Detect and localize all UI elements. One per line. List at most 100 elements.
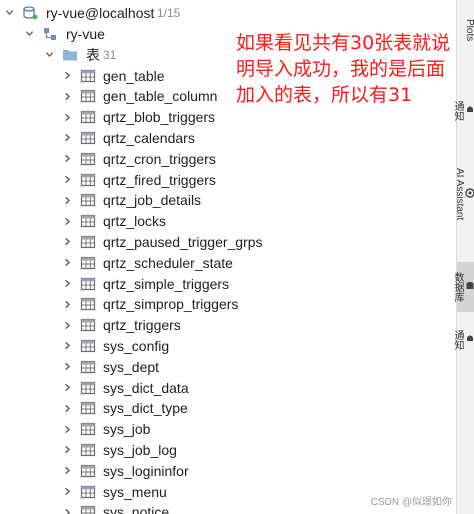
chevron-right-icon[interactable] xyxy=(62,133,72,143)
table-name: sys_dict_data xyxy=(103,379,189,396)
table-icon xyxy=(80,255,96,271)
table-row[interactable]: qrtz_scheduler_state xyxy=(0,252,456,273)
table-icon xyxy=(80,380,96,396)
chevron-right-icon[interactable] xyxy=(62,258,72,268)
table-name: sys_dict_type xyxy=(103,400,188,417)
chevron-down-icon[interactable] xyxy=(44,50,54,60)
chevron-right-icon[interactable] xyxy=(62,237,72,247)
chevron-right-icon[interactable] xyxy=(62,362,72,372)
chevron-right-icon[interactable] xyxy=(62,424,72,434)
table-icon xyxy=(80,296,96,312)
table-row[interactable]: qrtz_job_details xyxy=(0,190,456,211)
table-name: qrtz_simprop_triggers xyxy=(103,296,239,313)
table-name: qrtz_triggers xyxy=(103,317,181,334)
table-name: sys_job_log xyxy=(103,441,177,458)
chevron-right-icon[interactable] xyxy=(62,507,72,514)
folder-icon xyxy=(62,47,78,63)
chevron-right-icon[interactable] xyxy=(62,445,72,455)
chevron-right-icon[interactable] xyxy=(62,299,72,309)
table-icon xyxy=(80,359,96,375)
chevron-down-icon[interactable] xyxy=(24,29,34,39)
table-row[interactable]: qrtz_triggers xyxy=(0,315,456,336)
tab-plots-label: Plots xyxy=(464,18,474,42)
tab-ai-assistant-label: AI Assistant xyxy=(454,167,465,221)
table-row[interactable]: sys_logininfor xyxy=(0,460,456,481)
table-icon xyxy=(80,109,96,125)
tab-notifications-1-label: 通知 xyxy=(452,101,463,121)
table-icon xyxy=(80,88,96,104)
table-icon xyxy=(80,338,96,354)
table-row[interactable]: sys_dept xyxy=(0,356,456,377)
table-name: sys_menu xyxy=(103,483,167,500)
table-name: qrtz_job_details xyxy=(103,192,202,209)
tables-folder-label: 表 xyxy=(86,46,100,63)
tab-notifications-1[interactable]: 通知 xyxy=(452,90,474,132)
table-icon xyxy=(80,68,96,84)
table-icon xyxy=(80,172,96,188)
table-name: gen_table_column xyxy=(103,88,218,105)
table-name: qrtz_fired_triggers xyxy=(103,171,216,188)
tab-ai-assistant[interactable]: AI Assistant xyxy=(454,148,474,240)
table-name: sys_config xyxy=(103,337,170,354)
table-icon xyxy=(80,504,96,514)
chevron-right-icon[interactable] xyxy=(62,320,72,330)
chevron-right-icon[interactable] xyxy=(62,383,72,393)
chevron-right-icon[interactable] xyxy=(62,154,72,164)
connection-count: 1/15 xyxy=(157,5,181,20)
table-name: qrtz_simple_triggers xyxy=(103,275,230,292)
chevron-right-icon[interactable] xyxy=(62,216,72,226)
tree-row-connection[interactable]: ry-vue@localhost 1/15 xyxy=(0,2,456,23)
table-row[interactable]: qrtz_simprop_triggers xyxy=(0,294,456,315)
table-row[interactable]: qrtz_blob_triggers xyxy=(0,107,456,128)
table-name: sys_notice xyxy=(103,504,170,514)
table-icon xyxy=(80,484,96,500)
table-row[interactable]: qrtz_simple_triggers xyxy=(0,273,456,294)
table-icon xyxy=(80,276,96,292)
database-icon xyxy=(465,281,474,291)
table-name: gen_table xyxy=(103,67,165,84)
chevron-right-icon[interactable] xyxy=(62,341,72,351)
chevron-right-icon[interactable] xyxy=(62,487,72,497)
tab-notifications-2[interactable]: 通知 xyxy=(452,318,474,362)
chevron-right-icon[interactable] xyxy=(62,175,72,185)
tab-notifications-2-label: 通知 xyxy=(452,330,463,350)
table-name: qrtz_cron_triggers xyxy=(103,150,216,167)
table-row[interactable]: qrtz_locks xyxy=(0,211,456,232)
table-row[interactable]: qrtz_calendars xyxy=(0,127,456,148)
table-name: sys_logininfor xyxy=(103,462,189,479)
tables-folder-count: 31 xyxy=(103,47,117,62)
table-icon xyxy=(80,442,96,458)
table-name: sys_job xyxy=(103,421,151,438)
table-row[interactable]: sys_job_log xyxy=(0,439,456,460)
table-row[interactable]: qrtz_fired_triggers xyxy=(0,169,456,190)
table-icon xyxy=(80,130,96,146)
table-row[interactable]: sys_dict_data xyxy=(0,377,456,398)
table-row[interactable]: sys_config xyxy=(0,335,456,356)
table-row[interactable]: sys_job xyxy=(0,419,456,440)
chevron-right-icon[interactable] xyxy=(62,71,72,81)
chevron-right-icon[interactable] xyxy=(62,466,72,476)
chevron-right-icon[interactable] xyxy=(62,403,72,413)
chevron-right-icon[interactable] xyxy=(62,91,72,101)
connection-label: ry-vue@localhost xyxy=(46,4,155,21)
watermark: CSDN @似璟如你 xyxy=(370,497,452,508)
table-row[interactable]: sys_dict_type xyxy=(0,398,456,419)
table-name: sys_dept xyxy=(103,358,160,375)
table-icon xyxy=(80,400,96,416)
chevron-right-icon[interactable] xyxy=(62,112,72,122)
right-tool-strip: Plots 通知 AI Assistant 数据库 通知 xyxy=(452,0,474,514)
schema-label: ry-vue xyxy=(66,25,105,42)
table-icon xyxy=(80,234,96,250)
chevron-right-icon[interactable] xyxy=(62,279,72,289)
tab-database[interactable]: 数据库 xyxy=(452,262,474,312)
tab-plots[interactable]: Plots xyxy=(457,2,474,58)
ai-assistant-icon xyxy=(465,187,474,198)
chevron-right-icon[interactable] xyxy=(62,195,72,205)
bell-icon xyxy=(465,105,474,115)
schema-icon xyxy=(42,26,58,42)
table-row[interactable]: qrtz_cron_triggers xyxy=(0,148,456,169)
chevron-down-icon[interactable] xyxy=(4,8,14,18)
table-name: qrtz_scheduler_state xyxy=(103,254,233,271)
table-icon xyxy=(80,421,96,437)
table-row[interactable]: qrtz_paused_trigger_grps xyxy=(0,231,456,252)
